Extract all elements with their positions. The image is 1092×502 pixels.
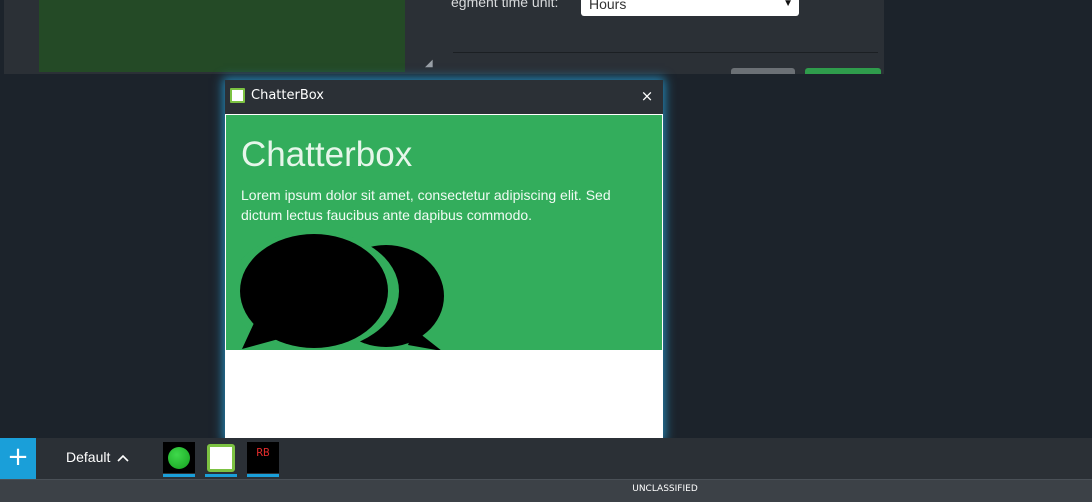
background-left-pane: ◢ bbox=[4, 0, 438, 74]
classification-label: UNCLASSIFIED bbox=[632, 484, 698, 494]
taskbar-app-rb[interactable]: RB bbox=[247, 442, 279, 477]
green-dot-icon bbox=[168, 447, 190, 469]
hero-banner: Chatterbox Lorem ipsum dolor sit amet, c… bbox=[226, 115, 662, 350]
workspace-selector[interactable]: Default bbox=[66, 449, 129, 465]
classification-banner: UNCLASSIFIED bbox=[0, 479, 1092, 502]
segment-time-unit-value: Hours bbox=[589, 0, 627, 12]
hero-title: Chatterbox bbox=[241, 135, 413, 174]
chat-content-area bbox=[226, 350, 662, 440]
taskbar-app-green[interactable] bbox=[163, 442, 195, 477]
segment-time-unit-label: egment time unit: bbox=[451, 0, 559, 10]
active-indicator bbox=[205, 474, 237, 477]
dropdown-arrow-icon: ▼ bbox=[783, 0, 793, 9]
taskbar-app-chatterbox[interactable] bbox=[205, 442, 237, 477]
background-text-area[interactable] bbox=[39, 0, 408, 72]
add-button[interactable]: + bbox=[0, 438, 36, 479]
chat-bubble-icon bbox=[207, 444, 235, 472]
window-titlebar[interactable]: ChatterBox × bbox=[225, 80, 663, 114]
workspace-label: Default bbox=[66, 449, 111, 465]
chevron-up-icon bbox=[117, 451, 129, 465]
window-title: ChatterBox bbox=[251, 88, 324, 103]
background-settings-pane: egment time unit: Hours ▼ bbox=[447, 0, 884, 74]
hero-description: Lorem ipsum dolor sit amet, consectetur … bbox=[241, 187, 611, 223]
rb-app-label: RB bbox=[256, 446, 270, 459]
segment-time-unit-select[interactable]: Hours ▼ bbox=[581, 0, 799, 16]
background-window: ◢ egment time unit: Hours ▼ bbox=[4, 0, 884, 74]
chat-bubbles-icon bbox=[240, 233, 444, 350]
chatterbox-window: ChatterBox × Chatterbox Lorem ipsum dolo… bbox=[225, 80, 663, 440]
active-indicator bbox=[163, 474, 195, 477]
taskbar: + Default RB bbox=[0, 438, 1092, 479]
active-indicator bbox=[247, 474, 279, 477]
apply-button[interactable] bbox=[805, 68, 881, 74]
cancel-button[interactable] bbox=[731, 68, 795, 74]
chatterbox-app-icon bbox=[230, 88, 245, 103]
close-button[interactable]: × bbox=[637, 86, 657, 106]
resize-grip-icon[interactable]: ◢ bbox=[425, 59, 435, 69]
divider bbox=[453, 52, 878, 53]
